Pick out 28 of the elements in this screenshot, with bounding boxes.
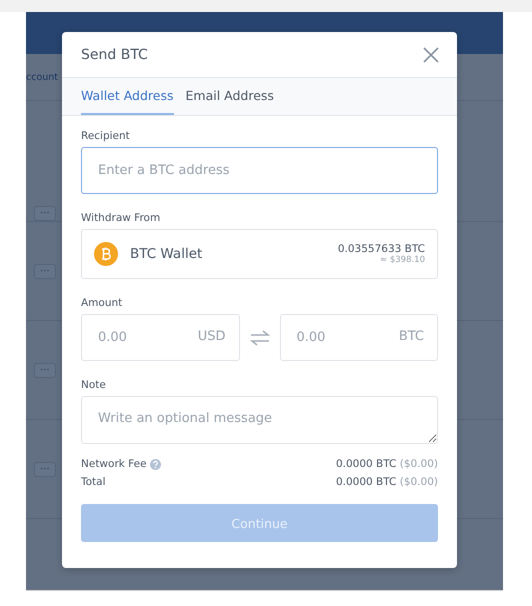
more-button[interactable]: ··· [34,206,56,221]
balance-usd: ≈ $398.10 [380,255,425,265]
more-button[interactable]: ··· [34,362,56,378]
field-label: Recipient [81,130,131,142]
currency-label: BTC [398,329,424,344]
summary-value: 0.0000 BTC ($0.00) [336,476,438,488]
currency-label: USD [198,329,226,344]
account-tab[interactable]: ccount [26,72,58,82]
wallet-selector[interactable]: BTC Wallet 0.03557633 BTC ≈ $398.10 [81,229,438,279]
field-label: Withdraw From [81,212,162,224]
close-icon[interactable] [423,46,439,62]
more-button[interactable]: ··· [34,264,56,278]
wallet-name: BTC Wallet [130,246,202,262]
tab[interactable]: Email Address [186,78,274,115]
summary-label: Total [81,476,106,488]
swap-icon[interactable] [250,330,270,346]
more-button[interactable]: ··· [34,462,56,476]
wallet-balance: 0.03557633 BTC [338,243,425,255]
help-icon[interactable] [150,458,161,470]
tab[interactable]: Wallet Address [81,78,174,115]
message-field[interactable]: Write an optional message [81,396,438,444]
bitcoin-icon [94,242,118,266]
field-label: Note [81,379,107,391]
summary-value: 0.0000 BTC ($0.00) [336,458,438,470]
address-field[interactable]: Enter a BTC address [81,147,438,194]
field-label: Amount [81,297,124,309]
dialog-title: Send BTC [81,46,148,62]
summary-label: Network Fee [81,458,147,470]
